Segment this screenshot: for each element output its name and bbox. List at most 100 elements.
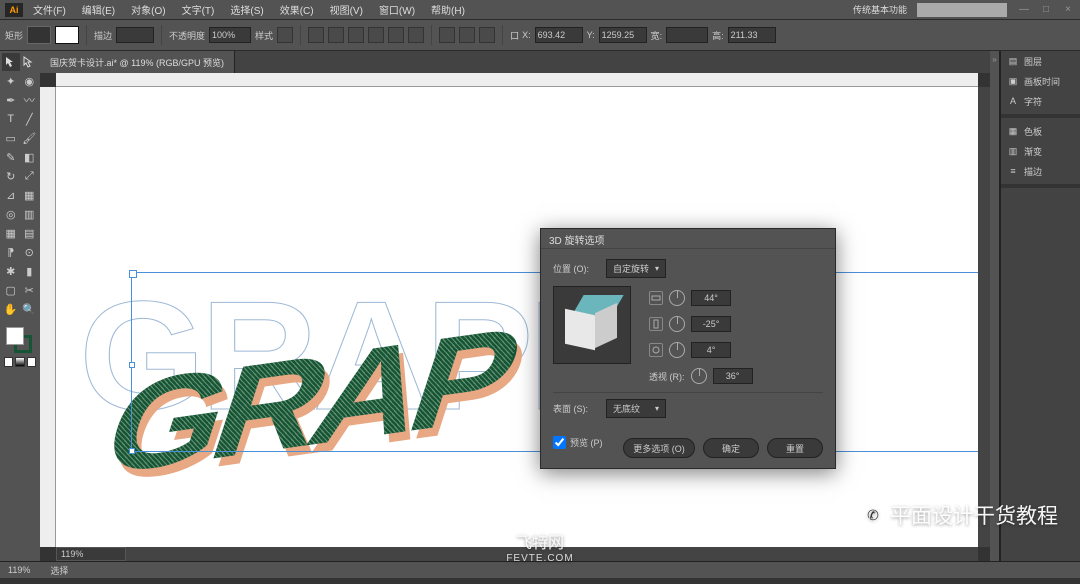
gradient-tool[interactable]: ▤ — [21, 224, 39, 242]
document-area: 国庆贺卡设计.ai* @ 119% (RGB/GPU 预览) GRAPHIC G… — [40, 51, 990, 561]
workspace-switcher[interactable]: 传统基本功能 — [853, 3, 907, 16]
angle-y-input[interactable] — [691, 316, 731, 332]
axis-x-icon — [649, 291, 663, 305]
angle-x-input[interactable] — [691, 290, 731, 306]
panel-stroke[interactable]: ≡描边 — [1001, 161, 1080, 181]
height-input[interactable] — [728, 27, 776, 43]
none-mode-swatch[interactable] — [27, 357, 36, 367]
blend-tool[interactable]: ⊙ — [21, 243, 39, 261]
angle-y-dial[interactable] — [669, 316, 685, 332]
type-tool[interactable]: T — [2, 110, 20, 128]
zoom-input[interactable]: 119% — [56, 547, 126, 561]
opacity-label: 不透明度 — [169, 29, 205, 42]
pen-tool[interactable]: ✒ — [2, 91, 20, 109]
panel-character[interactable]: A字符 — [1001, 91, 1080, 111]
more-options-button[interactable]: 更多选项 (O) — [623, 438, 695, 458]
width-tool[interactable]: ⊿ — [2, 186, 20, 204]
shape-mode-icon[interactable] — [439, 27, 455, 43]
maximize-button[interactable]: □ — [1039, 4, 1053, 15]
right-panel-dock: ▤图层 ▣画板时间 A字符 ▦色板 ▥渐变 ≡描边 — [1000, 51, 1080, 561]
shape-builder-tool[interactable]: ◎ — [2, 205, 20, 223]
opacity-input[interactable] — [209, 27, 251, 43]
position-dropdown[interactable]: 自定旋转 — [606, 259, 666, 278]
eraser-tool[interactable]: ◧ — [21, 148, 39, 166]
horizontal-ruler[interactable] — [56, 73, 978, 87]
mesh-tool[interactable]: ▦ — [2, 224, 20, 242]
perspective-dial[interactable] — [691, 368, 707, 384]
style-dropdown[interactable] — [277, 27, 293, 43]
align-left-icon[interactable] — [308, 27, 324, 43]
panel-swatches[interactable]: ▦色板 — [1001, 121, 1080, 141]
zoom-tool[interactable]: 🔍 — [21, 300, 39, 318]
align-right-icon[interactable] — [348, 27, 364, 43]
align-center-icon[interactable] — [328, 27, 344, 43]
menu-window[interactable]: 窗口(W) — [371, 0, 423, 19]
menu-view[interactable]: 视图(V) — [322, 0, 371, 19]
line-tool[interactable]: ╱ — [21, 110, 39, 128]
color-mode-swatch[interactable] — [4, 357, 13, 367]
coord-x-input[interactable] — [535, 27, 583, 43]
shape-mode-icon[interactable] — [459, 27, 475, 43]
minimize-button[interactable]: — — [1017, 4, 1031, 15]
eyedropper-tool[interactable]: ⁋ — [2, 243, 20, 261]
ok-button[interactable]: 确定 — [703, 438, 759, 458]
stroke-swatch[interactable] — [55, 26, 79, 44]
perspective-tool[interactable]: ▥ — [21, 205, 39, 223]
hand-tool[interactable]: ✋ — [2, 300, 20, 318]
shape-mode-icon[interactable] — [479, 27, 495, 43]
rotation-cube-preview[interactable] — [553, 286, 631, 364]
menu-edit[interactable]: 编辑(E) — [74, 0, 123, 19]
curvature-tool[interactable]: 〰 — [21, 91, 39, 109]
rotate-tool[interactable]: ↻ — [2, 167, 20, 185]
perspective-input[interactable] — [713, 368, 753, 384]
surface-dropdown[interactable]: 无底纹 — [606, 399, 666, 418]
symbol-tool[interactable]: ✱ — [2, 262, 20, 280]
shaper-tool[interactable]: ✎ — [2, 148, 20, 166]
lasso-tool[interactable]: ◉ — [21, 72, 39, 90]
selection-tool[interactable] — [2, 53, 20, 71]
preview-checkbox[interactable]: 预览 (P) — [553, 436, 603, 449]
vertical-scrollbar[interactable] — [978, 87, 990, 547]
fill-swatch[interactable] — [27, 26, 51, 44]
gradient-mode-swatch[interactable] — [15, 357, 24, 367]
vertical-ruler[interactable] — [40, 87, 56, 547]
tools-panel: ✦◉ ✒〰 T╱ ▭🖌 ✎◧ ↻⤢ ⊿▦ ◎▥ ▦▤ ⁋⊙ ✱▮ ▢✂ ✋🔍 — [0, 51, 40, 561]
menu-file[interactable]: 文件(F) — [25, 0, 74, 19]
stroke-icon: ≡ — [1007, 165, 1019, 177]
search-input[interactable] — [917, 3, 1007, 17]
document-tab[interactable]: 国庆贺卡设计.ai* @ 119% (RGB/GPU 预览) — [40, 51, 235, 73]
panel-artboard-time[interactable]: ▣画板时间 — [1001, 71, 1080, 91]
magic-wand-tool[interactable]: ✦ — [2, 72, 20, 90]
align-bottom-icon[interactable] — [408, 27, 424, 43]
menu-type[interactable]: 文字(T) — [174, 0, 223, 19]
panel-gradient[interactable]: ▥渐变 — [1001, 141, 1080, 161]
menu-help[interactable]: 帮助(H) — [423, 0, 473, 19]
width-input[interactable] — [666, 27, 708, 43]
menu-select[interactable]: 选择(S) — [222, 0, 271, 19]
angle-x-dial[interactable] — [669, 290, 685, 306]
close-button[interactable]: × — [1061, 4, 1075, 15]
rectangle-tool[interactable]: ▭ — [2, 129, 20, 147]
dialog-title[interactable]: 3D 旋转选项 — [541, 229, 835, 249]
menu-object[interactable]: 对象(O) — [123, 0, 173, 19]
stroke-weight-input[interactable] — [116, 27, 154, 43]
free-transform-tool[interactable]: ▦ — [21, 186, 39, 204]
panel-collapse-strip[interactable]: » — [990, 51, 1000, 561]
canvas[interactable]: GRAPHIC GRAP GRAP GRAP — [56, 87, 978, 547]
artboard-tool[interactable]: ▢ — [2, 281, 20, 299]
menu-effect[interactable]: 效果(C) — [272, 0, 322, 19]
paintbrush-tool[interactable]: 🖌 — [21, 129, 39, 147]
angle-z-dial[interactable] — [669, 342, 685, 358]
fill-stroke-swatch[interactable] — [6, 327, 34, 355]
slice-tool[interactable]: ✂ — [21, 281, 39, 299]
direct-selection-tool[interactable] — [21, 53, 39, 71]
angle-z-input[interactable] — [691, 342, 731, 358]
graph-tool[interactable]: ▮ — [21, 262, 39, 280]
coord-y-input[interactable] — [599, 27, 647, 43]
panel-layers[interactable]: ▤图层 — [1001, 51, 1080, 71]
reset-button[interactable]: 重置 — [767, 438, 823, 458]
position-label: 位置 (O): — [553, 262, 598, 275]
align-middle-icon[interactable] — [388, 27, 404, 43]
scale-tool[interactable]: ⤢ — [21, 167, 39, 185]
align-top-icon[interactable] — [368, 27, 384, 43]
